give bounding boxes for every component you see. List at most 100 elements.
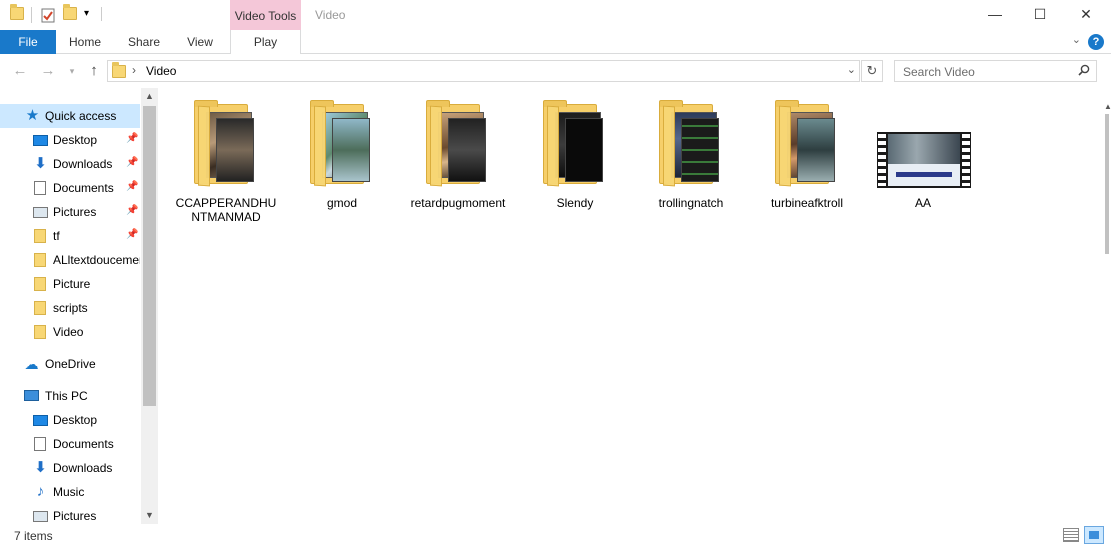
- sidebar-item-label: ALltextdoucement: [53, 253, 140, 267]
- scroll-up-icon[interactable]: ▲: [141, 88, 158, 105]
- folder-icon: [194, 100, 258, 188]
- back-button[interactable]: ←: [10, 62, 30, 80]
- chevron-down-icon[interactable]: ⌄: [847, 63, 856, 76]
- sidebar-item-downloads[interactable]: ⬇ Downloads 📌: [0, 152, 140, 176]
- music-icon: ♪: [36, 483, 45, 500]
- computer-icon: [24, 390, 39, 401]
- sidebar-item-pc-downloads[interactable]: ⬇ Downloads: [0, 456, 140, 480]
- sidebar-item-label: Pictures: [53, 509, 97, 523]
- star-icon: ★: [25, 107, 40, 124]
- pin-icon[interactable]: 📌: [126, 157, 138, 168]
- file-name: AA: [914, 196, 931, 210]
- folder-icon: [34, 229, 46, 243]
- onedrive-icon: ☁: [24, 356, 39, 372]
- expand-ribbon-icon[interactable]: ⌄: [1072, 33, 1081, 46]
- pin-icon[interactable]: 📌: [126, 205, 138, 216]
- sidebar-item-label: Desktop: [53, 413, 98, 427]
- tab-view[interactable]: View: [176, 30, 224, 54]
- scroll-up-icon[interactable]: ▲: [1104, 102, 1111, 111]
- sidebar-item-label: Desktop: [53, 133, 98, 147]
- sidebar-item-tf[interactable]: tf 📌: [0, 224, 140, 248]
- folder-icon: [34, 277, 46, 291]
- downloads-icon: ⬇: [34, 459, 47, 476]
- pin-icon[interactable]: 📌: [126, 229, 138, 240]
- file-name: trollingnatch: [658, 196, 724, 210]
- divider: [101, 7, 102, 21]
- scrollbar-thumb[interactable]: [143, 106, 156, 406]
- properties-icon[interactable]: [41, 7, 57, 23]
- pin-icon[interactable]: 📌: [126, 181, 138, 192]
- sidebar-item-documents[interactable]: Documents 📌: [0, 176, 140, 200]
- folder-icon: [659, 100, 723, 188]
- tab-share[interactable]: Share: [118, 30, 170, 54]
- help-icon[interactable]: ?: [1088, 34, 1104, 50]
- sidebar-item-video[interactable]: Video: [0, 320, 140, 344]
- folder-icon: [775, 100, 839, 188]
- breadcrumb[interactable]: Video: [146, 64, 176, 78]
- file-item[interactable]: trollingnatch: [639, 100, 743, 210]
- sidebar-item-label: This PC: [45, 389, 88, 403]
- file-name: CCAPPERANDHUNTMANMAD: [175, 196, 277, 224]
- customize-toolbar-icon[interactable]: ▾: [84, 8, 100, 24]
- recent-locations-icon[interactable]: ▾: [62, 62, 82, 80]
- sidebar-item-this-pc[interactable]: This PC: [0, 384, 140, 408]
- ribbon-tabs: File Home Share View Play ⌄ ?: [0, 30, 1111, 54]
- sidebar-item-quick-access[interactable]: ★ Quick access: [0, 104, 140, 128]
- new-folder-icon[interactable]: [63, 4, 79, 23]
- close-button[interactable]: ✕: [1063, 0, 1109, 30]
- minimize-button[interactable]: —: [972, 0, 1018, 30]
- tab-home[interactable]: Home: [60, 30, 110, 54]
- tab-play[interactable]: Play: [230, 30, 301, 54]
- maximize-button[interactable]: ☐: [1017, 0, 1063, 30]
- sidebar-item-label: Music: [53, 485, 85, 499]
- nav-scrollbar[interactable]: ▲ ▼: [141, 88, 158, 524]
- documents-icon: [34, 181, 46, 195]
- sidebar-item-pc-pictures[interactable]: Pictures: [0, 504, 140, 524]
- content-scrollbar[interactable]: ▲: [1098, 88, 1111, 524]
- sidebar-item-picture[interactable]: Picture: [0, 272, 140, 296]
- large-icons-view-icon[interactable]: [1084, 526, 1104, 544]
- file-item[interactable]: CCAPPERANDHUNTMANMAD: [174, 100, 278, 224]
- search-input[interactable]: Search Video: [894, 60, 1097, 82]
- pictures-icon: [33, 511, 48, 522]
- file-item[interactable]: gmod: [290, 100, 394, 210]
- sidebar-item-onedrive[interactable]: ☁ OneDrive: [0, 352, 140, 376]
- status-bar: 7 items: [0, 524, 1111, 547]
- file-item[interactable]: Slendy: [523, 100, 627, 210]
- sidebar-item-pc-desktop[interactable]: Desktop: [0, 408, 140, 432]
- breadcrumb-separator[interactable]: ›: [132, 63, 136, 77]
- window-title: Video: [315, 8, 346, 22]
- scrollbar-thumb[interactable]: [1105, 114, 1109, 254]
- documents-icon: [34, 437, 46, 451]
- sidebar-item-altextdoucement[interactable]: ALltextdoucement: [0, 248, 140, 272]
- up-button[interactable]: ↑: [84, 62, 104, 80]
- file-item[interactable]: retardpugmoment: [406, 100, 510, 210]
- folder-icon: [34, 325, 46, 339]
- folder-icon: [34, 253, 46, 267]
- sidebar-item-pc-music[interactable]: ♪ Music: [0, 480, 140, 504]
- address-bar[interactable]: › Video ⌄: [107, 60, 860, 82]
- sidebar-item-scripts[interactable]: scripts: [0, 296, 140, 320]
- scroll-down-icon[interactable]: ▼: [141, 507, 158, 524]
- sidebar-item-label: Documents: [53, 181, 114, 195]
- desktop-icon: [33, 415, 48, 426]
- file-name: retardpugmoment: [410, 196, 506, 210]
- refresh-button[interactable]: ↻: [861, 60, 883, 82]
- sidebar-item-label: scripts: [53, 301, 88, 315]
- sidebar-item-pc-documents[interactable]: Documents: [0, 432, 140, 456]
- sidebar-item-pictures[interactable]: Pictures 📌: [0, 200, 140, 224]
- folder-icon: [112, 62, 126, 78]
- file-item[interactable]: turbineafktroll: [755, 100, 859, 210]
- details-view-icon[interactable]: [1063, 528, 1079, 542]
- folder-icon: [543, 100, 607, 188]
- search-icon[interactable]: [1078, 64, 1090, 79]
- sidebar-item-label: Video: [53, 325, 84, 339]
- sidebar-item-desktop[interactable]: Desktop 📌: [0, 128, 140, 152]
- tab-file[interactable]: File: [0, 30, 56, 54]
- forward-button[interactable]: →: [38, 62, 58, 80]
- navigation-bar: ← → ▾ ↑ › Video ⌄ ↻ Search Video: [0, 55, 1111, 87]
- sidebar-item-label: Picture: [53, 277, 91, 291]
- pin-icon[interactable]: 📌: [126, 133, 138, 144]
- item-count: 7 items: [14, 529, 53, 543]
- file-item[interactable]: AA: [871, 102, 975, 210]
